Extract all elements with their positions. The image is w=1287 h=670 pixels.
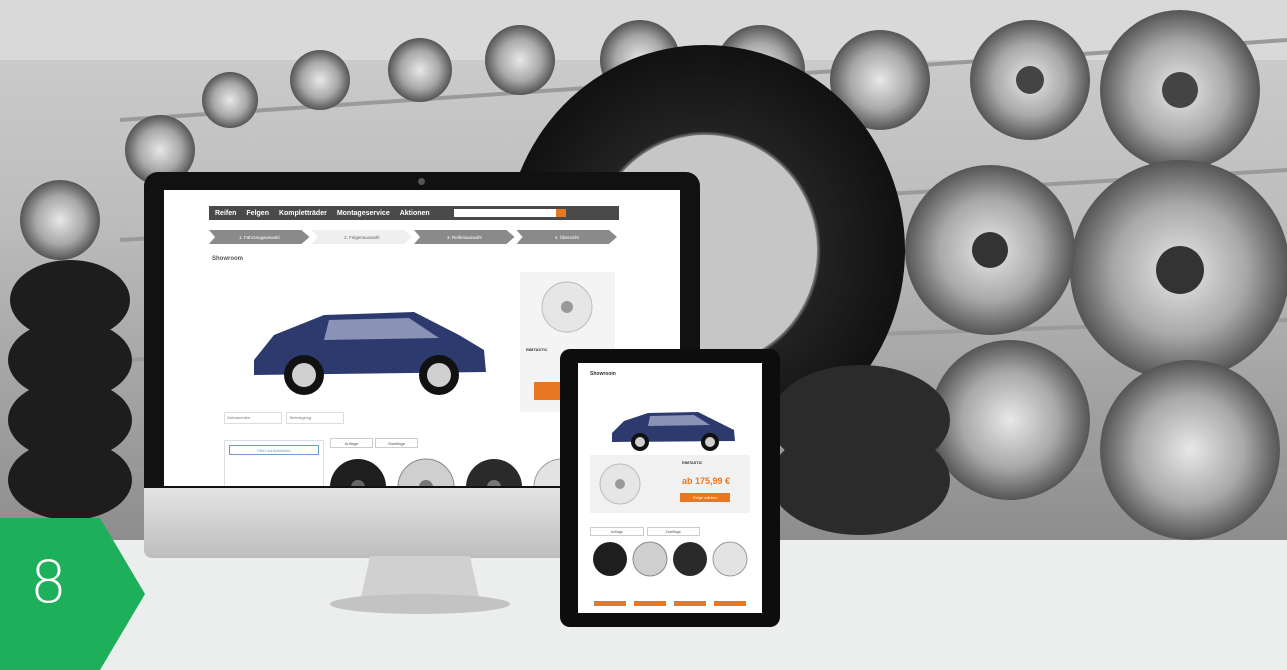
tablet-screen: Showroom RIMTASTIC ab 175,99 € Felge wäh… xyxy=(578,363,762,613)
rim-preview xyxy=(541,281,593,333)
tab-zweiflage[interactable]: Zweiflage xyxy=(375,438,418,448)
tablet-select-rim-button[interactable]: Felge wählen xyxy=(680,493,730,502)
nav-item-aktionen[interactable]: Aktionen xyxy=(400,210,430,217)
hero-scene: 8 Reifen Felgen Kompletträder Montageser… xyxy=(0,0,1287,670)
filter-bar: Gebrauchtes Tieferlegung xyxy=(224,412,344,424)
tablet-device: Showroom RIMTASTIC ab 175,99 € Felge wäh… xyxy=(560,349,780,627)
tablet-rim-item[interactable] xyxy=(593,542,627,576)
search-input[interactable] xyxy=(454,209,556,217)
monitor-stand xyxy=(330,556,510,614)
search-icon[interactable] xyxy=(556,209,566,217)
site-header xyxy=(164,190,680,206)
step-rims[interactable]: 2. Felgenauswahl xyxy=(311,230,412,244)
page-title: Showroom xyxy=(212,256,243,262)
tablet-price: ab 175,99 € xyxy=(682,476,731,486)
tab-auflage[interactable]: Auflage xyxy=(330,438,373,448)
tablet-car-image xyxy=(612,412,735,451)
tablet-rim-preview xyxy=(599,463,641,505)
tablet-rim-item[interactable] xyxy=(632,541,668,577)
tablet-rim-tabs: Auflage Zweiflage xyxy=(590,527,700,536)
step-overview[interactable]: 4. Übersicht xyxy=(516,230,617,244)
filter-lowering[interactable]: Tieferlegung xyxy=(286,412,344,424)
rim-list xyxy=(330,458,588,486)
nav-item-reifen[interactable]: Reifen xyxy=(215,210,236,217)
nav-item-komplettraeder[interactable]: Kompletträder xyxy=(279,210,327,217)
tablet-rim-item[interactable] xyxy=(712,541,748,577)
tablet-rim-list xyxy=(593,541,748,606)
tablet-brand-label: RIMTASTIC xyxy=(682,461,703,465)
reset-filter-button[interactable]: Filter zurücksetzen xyxy=(229,445,319,455)
checkout-steps: 1. Fahrzeugauswahl 2. Felgenauswahl 3. R… xyxy=(209,230,619,244)
badge-shape xyxy=(0,518,145,670)
tablet-page-title: Showroom xyxy=(590,371,616,377)
step-badge xyxy=(0,518,145,670)
tablet-tab-zweiflage[interactable]: Zweiflage xyxy=(646,527,700,536)
tablet-rim-item[interactable] xyxy=(673,542,707,576)
car-image xyxy=(254,312,486,395)
step-vehicle[interactable]: 1. Fahrzeugauswahl xyxy=(209,230,310,244)
filter-panel: Filter zurücksetzen xyxy=(224,440,324,486)
step-tires[interactable]: 3. Reifenauswahl xyxy=(414,230,515,244)
rim-tabs: Auflage Zweiflage xyxy=(330,438,418,448)
filter-used[interactable]: Gebrauchtes xyxy=(224,412,282,424)
nav-item-felgen[interactable]: Felgen xyxy=(246,210,269,217)
camera-icon xyxy=(418,178,425,185)
nav-item-montageservice[interactable]: Montageservice xyxy=(337,210,390,217)
step-number: 8 xyxy=(30,548,68,616)
tablet-tab-auflage[interactable]: Auflage xyxy=(590,527,644,536)
